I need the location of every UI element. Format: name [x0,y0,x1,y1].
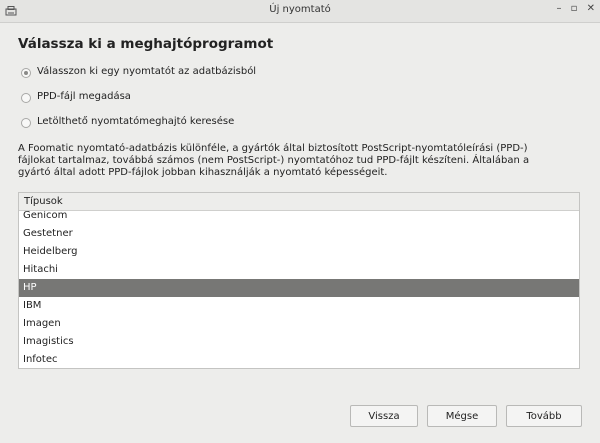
window-controls: – ▫ ✕ [550,3,595,14]
option-label: Letölthető nyomtatómeghajtó keresése [37,116,235,127]
list-item[interactable]: Gestetner [19,225,579,243]
description-text: A Foomatic nyomtató-adatbázis különféle,… [18,143,584,179]
radio-button[interactable] [21,93,31,103]
list-rows: Genicom Gestetner Heidelberg Hitachi HP … [19,207,579,368]
list-item[interactable]: Imagistics [19,333,579,351]
list-item[interactable]: Imagen [19,315,579,333]
next-button[interactable]: Tovább [506,405,582,427]
column-header-label: Típusok [24,196,63,207]
page-title: Válassza ki a meghajtóprogramot [18,36,274,52]
column-header[interactable]: Típusok [19,193,579,211]
option-label: Válasszon ki egy nyomtatót az adatbázisb… [37,66,257,77]
cancel-button[interactable]: Mégse [427,405,497,427]
window-title: Új nyomtató [269,4,331,15]
minimize-icon[interactable]: – [556,3,561,14]
radio-button[interactable] [21,68,31,78]
description-line: A Foomatic nyomtató-adatbázis különféle,… [18,143,528,154]
list-item-selected[interactable]: HP [19,279,579,297]
list-item[interactable]: Infotec [19,351,579,368]
radio-button[interactable] [21,118,31,128]
close-icon[interactable]: ✕ [587,3,595,14]
back-button[interactable]: Vissza [350,405,418,427]
list-item[interactable]: Heidelberg [19,243,579,261]
option-label: PPD-fájl megadása [37,91,131,102]
description-line: fájlokat tartalmaz, továbbá számos (nem … [18,155,530,166]
manufacturer-list[interactable]: Genicom Gestetner Heidelberg Hitachi HP … [18,192,580,369]
list-item[interactable]: Hitachi [19,261,579,279]
maximize-icon[interactable]: ▫ [571,3,578,14]
list-item[interactable]: IBM [19,297,579,315]
description-line: gyártó által adott PPD-fájlok jobban kih… [18,167,388,178]
title-bar: Új nyomtató – ▫ ✕ [0,0,600,23]
